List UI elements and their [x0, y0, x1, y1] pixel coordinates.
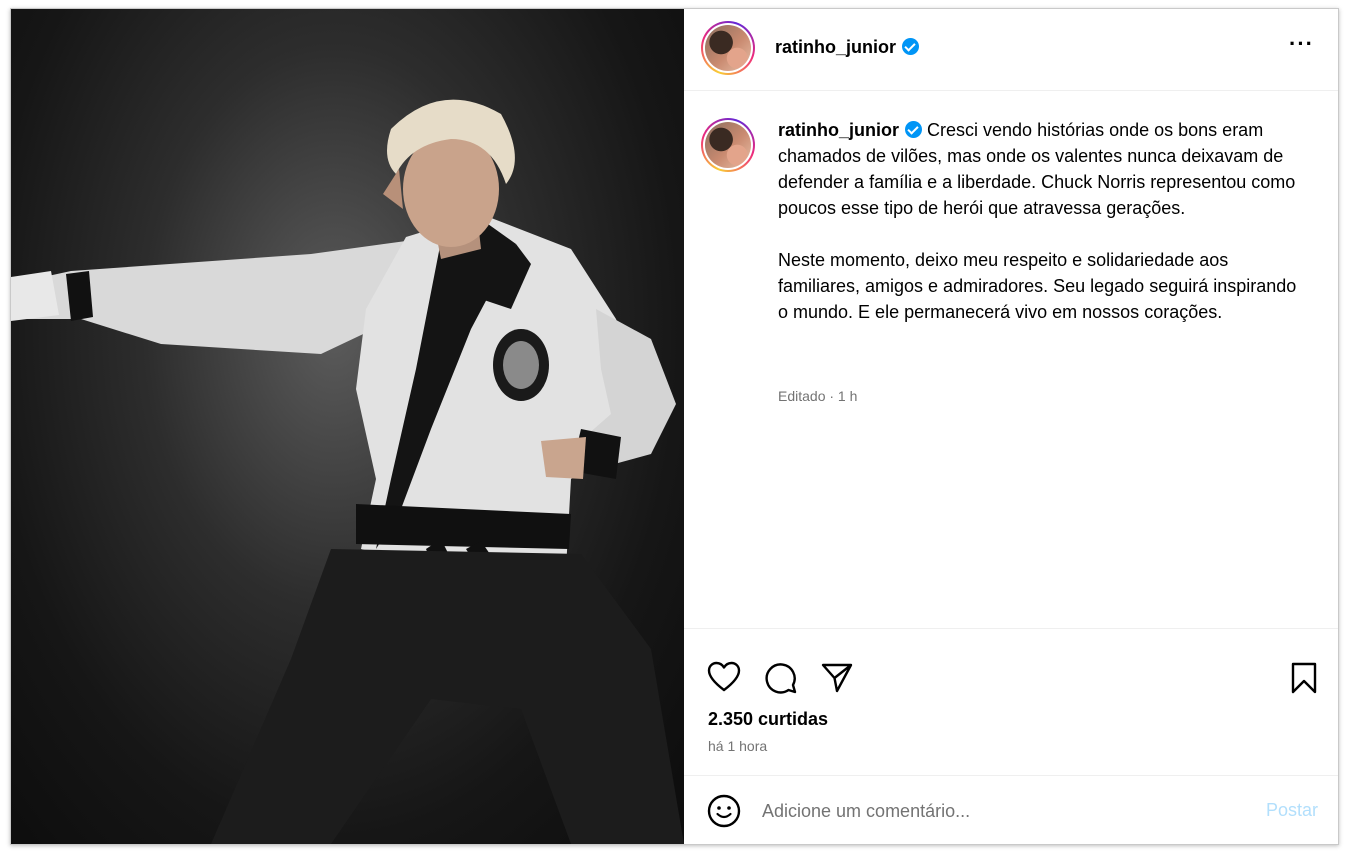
martial-artist-illustration	[11, 99, 684, 844]
post-comment-button[interactable]: Postar	[1266, 800, 1318, 821]
bookmark-icon[interactable]	[1290, 661, 1318, 695]
comment-bar: Postar	[684, 775, 1338, 844]
caption-paragraph-2: Neste momento, deixo meu respeito e soli…	[778, 250, 1297, 322]
caption-avatar[interactable]	[701, 118, 755, 172]
more-options-icon[interactable]: ···	[1289, 33, 1314, 55]
comment-input[interactable]	[762, 798, 1232, 824]
verified-badge-icon	[905, 121, 922, 138]
caption-username[interactable]: ratinho_junior	[778, 120, 899, 140]
avatar[interactable]	[701, 21, 755, 75]
post-photo[interactable]	[11, 9, 684, 844]
caption-block: ratinho_junior Cresci vendo histórias on…	[684, 107, 1338, 627]
post-modal: ratinho_junior ··· ratinho_junior Cresci…	[10, 8, 1339, 845]
likes-count[interactable]: 2.350 curtidas	[708, 709, 828, 730]
edited-timestamp: Editado · 1 h	[778, 388, 858, 404]
comment-icon[interactable]	[764, 661, 798, 695]
header-username-text[interactable]: ratinho_junior	[775, 37, 896, 57]
verified-badge-icon	[902, 38, 919, 55]
header-username[interactable]: ratinho_junior	[775, 37, 919, 58]
share-icon[interactable]	[820, 661, 854, 695]
post-actions: 2.350 curtidas há 1 hora	[684, 628, 1338, 778]
post-details-panel: ratinho_junior ··· ratinho_junior Cresci…	[684, 9, 1338, 844]
emoji-icon[interactable]	[706, 793, 742, 829]
heart-icon[interactable]	[707, 661, 741, 693]
caption-text: ratinho_junior Cresci vendo histórias on…	[778, 117, 1298, 325]
post-header: ratinho_junior ···	[684, 9, 1338, 91]
post-time: há 1 hora	[708, 738, 768, 754]
